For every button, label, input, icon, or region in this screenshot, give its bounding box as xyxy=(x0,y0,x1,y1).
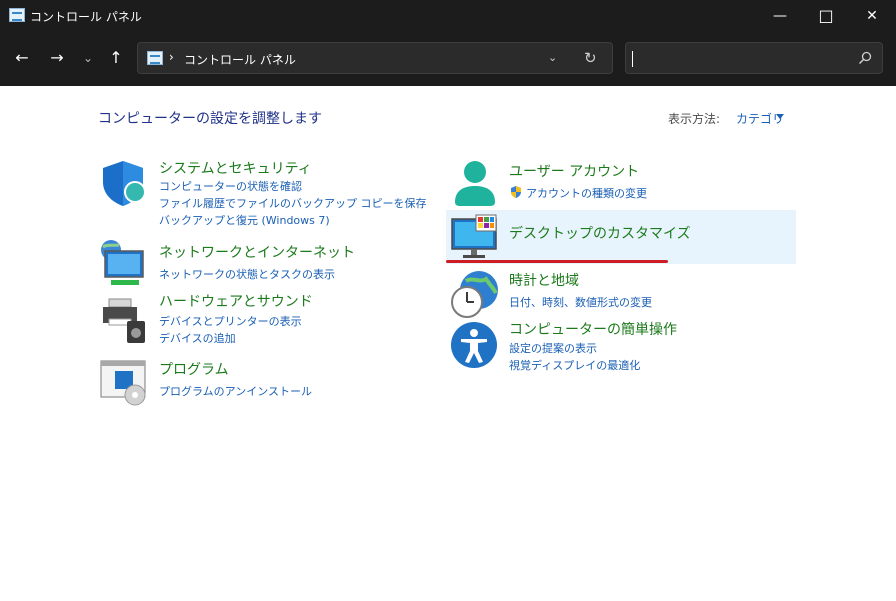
uac-shield-icon xyxy=(511,186,521,198)
accessibility-icon[interactable] xyxy=(450,321,500,371)
breadcrumb-separator[interactable]: › xyxy=(277,50,282,64)
network-icon[interactable] xyxy=(99,237,149,287)
search-input[interactable] xyxy=(625,42,883,74)
close-button[interactable]: ✕ xyxy=(849,0,895,32)
link-file-history-backup[interactable]: ファイル履歴でファイルのバックアップ コピーを保存 xyxy=(159,195,427,211)
control-panel-icon xyxy=(9,8,25,22)
annotation-underline xyxy=(446,260,668,263)
title-bar: コントロール パネル — □ ✕ xyxy=(0,0,896,32)
link-network-status[interactable]: ネットワークの状態とタスクの表示 xyxy=(159,266,335,282)
main-content: コンピューターの設定を調整します 表示方法: カテゴリ システムとセキュリティ … xyxy=(0,86,896,601)
category-programs[interactable]: プログラム xyxy=(159,359,229,379)
printer-speaker-icon[interactable] xyxy=(99,295,149,345)
up-button[interactable]: ↑ xyxy=(103,45,129,71)
control-panel-icon xyxy=(147,51,163,65)
category-hardware-sound[interactable]: ハードウェアとサウンド xyxy=(159,291,313,311)
monitor-icon[interactable] xyxy=(450,213,500,263)
category-clock-region[interactable]: 時計と地域 xyxy=(509,270,579,290)
link-optimize-visual-display[interactable]: 視覚ディスプレイの最適化 xyxy=(509,357,640,373)
minimize-button[interactable]: — xyxy=(757,0,803,32)
search-icon[interactable] xyxy=(858,51,872,65)
chevron-down-icon[interactable] xyxy=(776,114,784,119)
link-add-device[interactable]: デバイスの追加 xyxy=(159,330,236,346)
text-caret xyxy=(632,51,633,67)
back-button[interactable]: ← xyxy=(9,45,35,71)
link-uninstall-program[interactable]: プログラムのアンインストール xyxy=(159,383,312,399)
category-user-accounts[interactable]: ユーザー アカウント xyxy=(509,161,639,181)
address-dropdown-button[interactable]: ⌄ xyxy=(548,51,557,64)
breadcrumb-separator[interactable]: › xyxy=(169,50,174,64)
refresh-button[interactable]: ↻ xyxy=(584,49,597,67)
link-suggested-settings[interactable]: 設定の提案の表示 xyxy=(509,340,597,356)
link-backup-restore[interactable]: バックアップと復元 (Windows 7) xyxy=(159,212,330,228)
link-devices-printers[interactable]: デバイスとプリンターの表示 xyxy=(159,313,302,329)
link-check-status[interactable]: コンピューターの状態を確認 xyxy=(159,178,302,194)
address-bar[interactable]: › コントロール パネル › ⌄ ↻ xyxy=(137,42,613,74)
user-icon[interactable] xyxy=(450,158,500,208)
clock-globe-icon[interactable] xyxy=(450,269,500,319)
forward-button[interactable]: → xyxy=(44,45,70,71)
page-title: コンピューターの設定を調整します xyxy=(98,111,322,127)
shield-icon[interactable] xyxy=(99,158,149,208)
maximize-button[interactable]: □ xyxy=(803,0,849,32)
window-title: コントロール パネル xyxy=(30,10,142,24)
navigation-toolbar: ← → ⌄ ↑ › コントロール パネル › ⌄ ↻ xyxy=(0,32,896,86)
link-change-account-type[interactable]: アカウントの種類の変更 xyxy=(526,185,647,201)
programs-icon[interactable] xyxy=(99,357,149,407)
view-by-label: 表示方法: xyxy=(668,112,721,126)
category-ease-of-access[interactable]: コンピューターの簡単操作 xyxy=(509,319,677,339)
recent-locations-button[interactable]: ⌄ xyxy=(75,45,101,71)
category-system-security[interactable]: システムとセキュリティ xyxy=(159,158,312,178)
category-desktop-customization[interactable]: デスクトップのカスタマイズ xyxy=(509,223,691,243)
category-network-internet[interactable]: ネットワークとインターネット xyxy=(159,242,355,262)
link-date-time-format[interactable]: 日付、時刻、数値形式の変更 xyxy=(509,294,652,310)
